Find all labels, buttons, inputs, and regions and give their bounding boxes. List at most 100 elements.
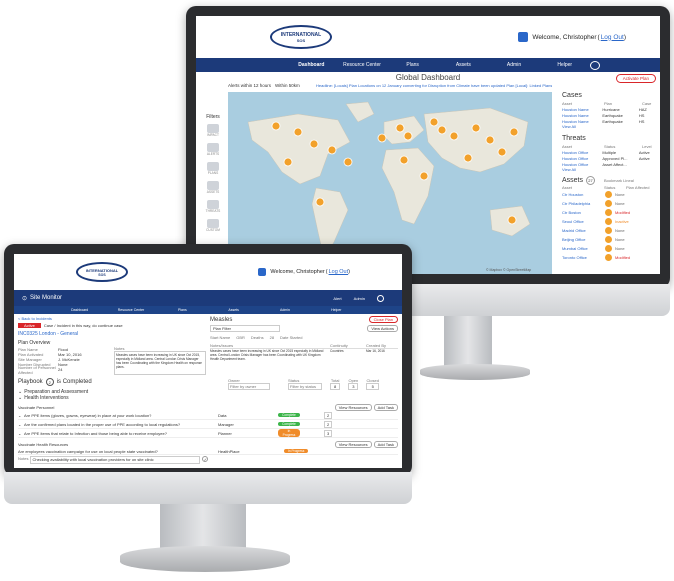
list-item[interactable]: Houston Office Multiple Active [562, 149, 658, 155]
task-4-status[interactable]: In Progress [284, 449, 309, 453]
warning-icon [605, 200, 612, 207]
back-nav-helper[interactable]: Helper [539, 62, 590, 68]
view-resources-button-2[interactable]: View Resources [334, 441, 372, 448]
map-alert-marker[interactable] [419, 171, 429, 181]
back-to-incidents-link[interactable]: < Back to Incidents [18, 316, 206, 321]
map-alert-marker[interactable] [327, 145, 337, 155]
filter-alerts[interactable]: ALERTS [200, 143, 226, 156]
map-alert-marker[interactable] [437, 125, 447, 135]
back-page-title: Global Dashboard [395, 73, 461, 82]
map-alert-marker[interactable] [395, 123, 405, 133]
comment-text[interactable]: Checking availability with local vaccina… [30, 456, 201, 464]
front-profile-icon[interactable] [377, 294, 384, 302]
add-task-button-2[interactable]: Add Task [373, 441, 398, 448]
task-text: Are PPE items that relate to Infection a… [24, 430, 167, 436]
map-alert-marker[interactable] [315, 197, 325, 207]
back-nav-dashboard[interactable]: Dashboard [286, 62, 337, 68]
list-item[interactable]: Houston Name Hurricane HAZ [562, 106, 658, 112]
list-item[interactable]: Ctr Boston Modified [562, 208, 658, 217]
close-plan-button[interactable]: Close Plan [368, 316, 398, 323]
front-tab-admin[interactable]: Admin [259, 308, 310, 312]
filter-threats[interactable]: THREATS [200, 200, 226, 213]
playbook-title: Playbook [18, 379, 43, 385]
task-status-badge[interactable]: Complete [278, 413, 300, 417]
back-profile-icon[interactable] [590, 60, 601, 70]
map-alert-marker[interactable] [403, 131, 413, 141]
list-item[interactable]: Mumbai Office None [562, 244, 658, 253]
map-alert-marker[interactable] [471, 123, 481, 133]
back-logout-link[interactable]: Log Out [601, 34, 624, 41]
table-row[interactable]: ⌄ Are PPE items that relate to Infection … [18, 429, 398, 438]
front-tab-resource-center[interactable]: Resource Center [105, 308, 156, 312]
chevron-down-icon[interactable]: ⌄ [18, 395, 22, 401]
list-item[interactable]: Houston Name Earthquake HS [562, 112, 658, 118]
map-alert-marker[interactable] [271, 121, 281, 131]
list-item[interactable]: Beijing Office None [562, 235, 658, 244]
list-item[interactable]: Toronto Office Modified [562, 253, 658, 262]
admin-action[interactable]: Admin [354, 296, 365, 301]
asset-status: Modified [615, 210, 631, 215]
list-item[interactable]: Houston Name Earthquake HS [562, 118, 658, 124]
back-activate-button[interactable]: Activate Plan [615, 74, 656, 83]
list-item[interactable]: Houston Office Approved Pl... Active [562, 155, 658, 161]
map-alert-marker[interactable] [283, 157, 293, 167]
map-alert-marker[interactable] [399, 155, 409, 165]
threats-view-all[interactable]: View All [562, 167, 658, 172]
table-row[interactable]: ⌄ Are PPE items (gloves, gowns, eyewear) … [18, 411, 398, 420]
section-health[interactable]: Health Interventions [24, 395, 68, 401]
filter-custom[interactable]: CUSTOM [200, 219, 226, 232]
cases-view-all[interactable]: View All [562, 124, 658, 129]
front-tab-assets[interactable]: Assets [208, 308, 259, 312]
back-nav-plans[interactable]: Plans [387, 62, 438, 68]
task-row-4[interactable]: Are employees vaccination campaign for u… [18, 448, 398, 455]
back-welcome: Welcome, Christopher (Log Out) [518, 32, 626, 42]
view-actions-button[interactable]: View Actions [367, 325, 398, 332]
view-resources-button[interactable]: View Resources [334, 404, 372, 411]
back-nav-assets[interactable]: Assets [438, 62, 489, 68]
map-alert-marker[interactable] [309, 139, 319, 149]
assets-count: 27 [586, 176, 596, 185]
map-alert-marker[interactable] [293, 127, 303, 137]
front-tab-plans[interactable]: Plans [157, 308, 208, 312]
task-status-badge[interactable]: Complete [278, 422, 300, 426]
owner-select[interactable]: Filter by owner [228, 383, 270, 390]
back-monitor-base [420, 364, 530, 380]
notes-text: Measles cases have been increasing in UK… [114, 351, 206, 375]
map-alert-marker[interactable] [463, 153, 473, 163]
back-logo[interactable]: INTERNATIONAL SOS [270, 25, 332, 49]
back-ticker[interactable]: Headline: [Locals] Plan Locations on 12 … [316, 83, 552, 88]
filter-impact[interactable]: IMPACT [200, 124, 226, 137]
back-nav-admin[interactable]: Admin [489, 62, 540, 68]
front-tab-helper[interactable]: Helper [311, 308, 362, 312]
back-alerts-filter[interactable]: Alerts within 12 hours [228, 83, 271, 88]
counter-closed: Closed 5 [366, 378, 379, 390]
front-logo[interactable]: INTERNATIONAL SOS [76, 262, 128, 282]
map-alert-marker[interactable] [429, 117, 439, 127]
task-status-badge[interactable]: In Progress [278, 429, 300, 437]
map-alert-marker[interactable] [485, 135, 495, 145]
list-item[interactable]: Ctr Philadelphia None [562, 199, 658, 208]
map-alert-marker[interactable] [497, 147, 507, 157]
list-item[interactable]: Seoul Office Inactive [562, 217, 658, 226]
case-id[interactable]: INC0325 London - General [18, 331, 206, 337]
add-task-button[interactable]: Add Task [373, 404, 398, 411]
alert-action[interactable]: Alert [333, 296, 341, 301]
front-logout-link[interactable]: Log Out [329, 269, 349, 275]
front-tab-dashboard[interactable]: Dashboard [54, 308, 105, 312]
status-select[interactable]: Filter by status [288, 383, 322, 390]
map-alert-marker[interactable] [377, 133, 387, 143]
plan-filter[interactable]: Plan Filter [210, 325, 280, 332]
filter-plans[interactable]: PLANS [200, 162, 226, 175]
map-alert-marker[interactable] [507, 215, 517, 225]
check-icon[interactable]: ✓ [202, 456, 209, 462]
list-item[interactable]: Ctr Houston None [562, 190, 658, 199]
list-item[interactable]: Madrid Office None [562, 226, 658, 235]
filter-assets[interactable]: ASSETS [200, 181, 226, 194]
back-within-filter[interactable]: Within 50km [275, 83, 300, 88]
assets-toggle[interactable]: Bookmark Lineal [604, 178, 634, 183]
table-row[interactable]: ⌄ Are the confirmed plans located in the … [18, 420, 398, 429]
map-alert-marker[interactable] [343, 157, 353, 167]
back-nav-resource-center[interactable]: Resource Center [337, 62, 388, 68]
map-alert-marker[interactable] [509, 127, 519, 137]
map-alert-marker[interactable] [449, 131, 459, 141]
